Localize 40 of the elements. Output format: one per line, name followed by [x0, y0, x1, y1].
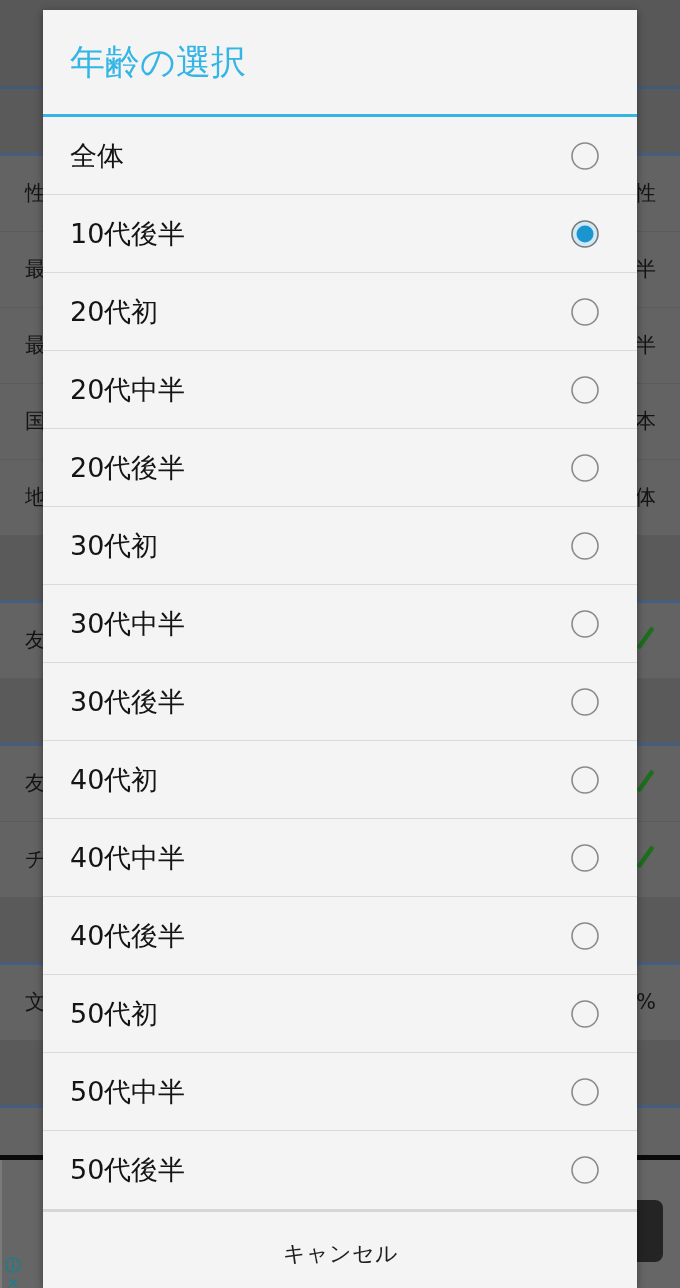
radio-button[interactable]	[570, 374, 600, 405]
age-option[interactable]: 50代後半	[43, 1131, 637, 1209]
age-option[interactable]: 50代初	[43, 975, 637, 1053]
age-option[interactable]: 10代後半	[43, 195, 637, 273]
setting-value: 半	[635, 256, 656, 283]
age-option[interactable]: 40代後半	[43, 897, 637, 975]
age-option[interactable]: 全体	[43, 117, 637, 195]
age-option[interactable]: 20代中半	[43, 351, 637, 429]
setting-value: 半	[635, 332, 656, 359]
setting-label: 文	[25, 989, 46, 1016]
radio-button[interactable]	[570, 764, 600, 795]
radio-button[interactable]	[570, 608, 600, 639]
radio-button[interactable]	[570, 1076, 600, 1107]
radio-button[interactable]	[570, 140, 600, 171]
age-option[interactable]: 20代初	[43, 273, 637, 351]
dialog-title: 年齢の選択	[70, 41, 246, 83]
setting-value: 体	[635, 484, 656, 511]
cancel-button[interactable]: キャンセル	[43, 1209, 637, 1288]
setting-label: 友	[25, 627, 46, 654]
radio-button[interactable]	[570, 218, 600, 249]
radio-button[interactable]	[570, 296, 600, 327]
setting-value: %	[636, 989, 656, 1016]
radio-button[interactable]	[570, 686, 600, 717]
setting-label: 最	[25, 256, 46, 283]
setting-label: 友	[25, 770, 46, 797]
radio-button[interactable]	[570, 920, 600, 951]
radio-button[interactable]	[570, 998, 600, 1029]
age-option[interactable]: 20代後半	[43, 429, 637, 507]
radio-button[interactable]	[570, 842, 600, 873]
age-option[interactable]: 30代後半	[43, 663, 637, 741]
age-option[interactable]: 40代初	[43, 741, 637, 819]
setting-value: 本	[635, 408, 656, 435]
radio-button[interactable]	[570, 530, 600, 561]
age-option[interactable]: 50代中半	[43, 1053, 637, 1131]
setting-label: 最	[25, 332, 46, 359]
age-option[interactable]: 30代中半	[43, 585, 637, 663]
radio-button[interactable]	[570, 1155, 600, 1185]
age-option[interactable]: 40代中半	[43, 819, 637, 897]
radio-button[interactable]	[570, 452, 600, 483]
age-option[interactable]: 30代初	[43, 507, 637, 585]
